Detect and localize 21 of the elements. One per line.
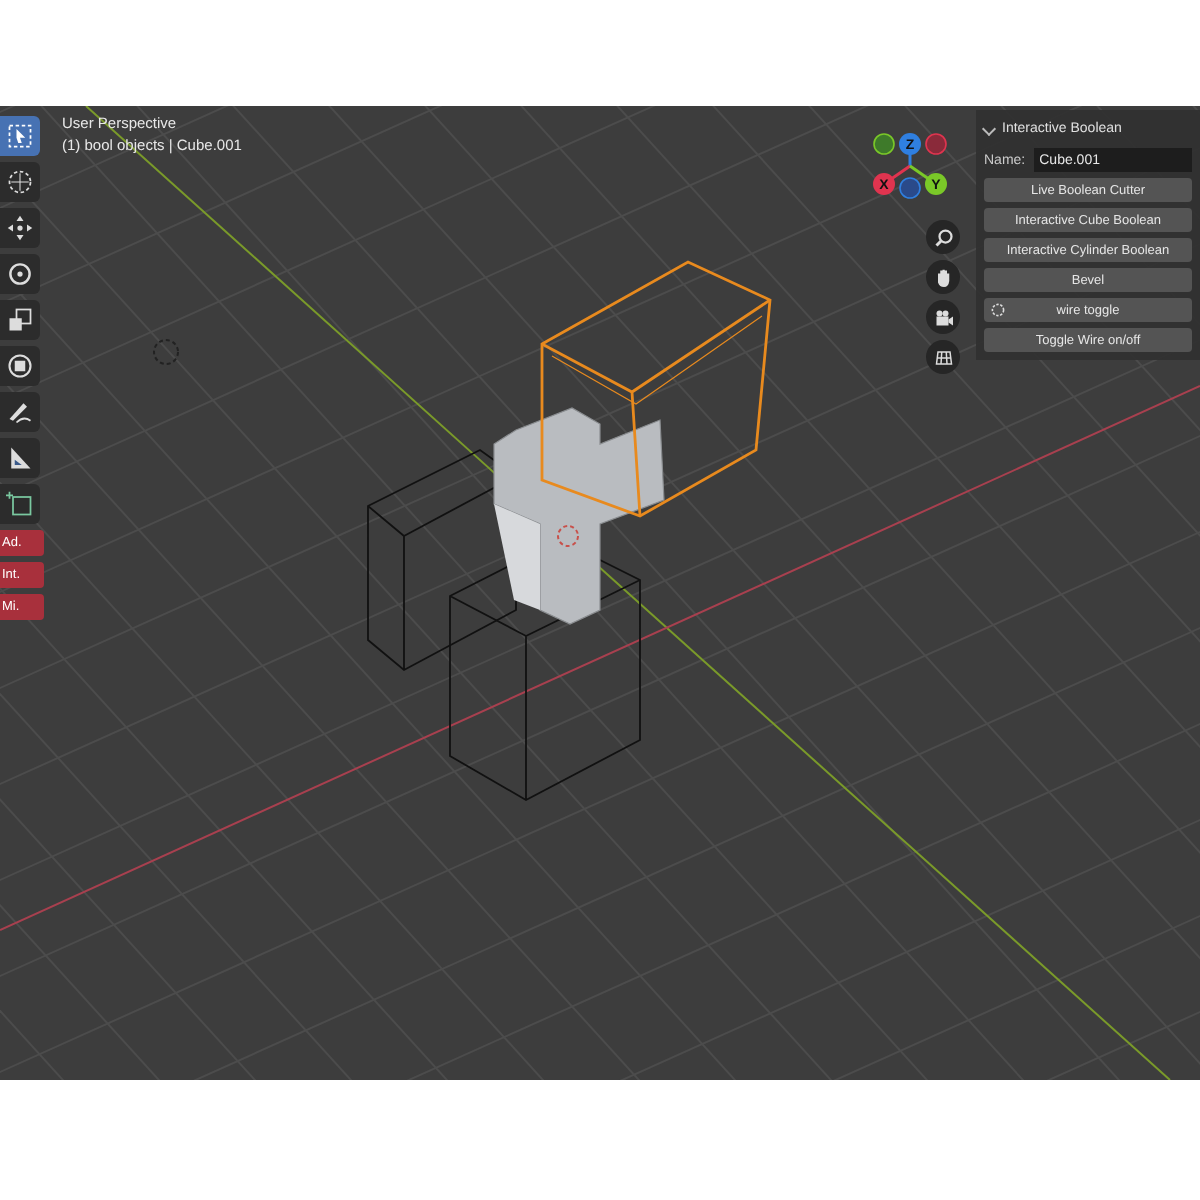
scale-tool-button[interactable] bbox=[0, 300, 40, 340]
annotate-tool-button[interactable] bbox=[0, 392, 40, 432]
magnifier-icon bbox=[931, 225, 955, 249]
rotate-tool-button[interactable] bbox=[0, 254, 40, 294]
camera-icon bbox=[931, 305, 955, 329]
select-tool-button[interactable] bbox=[0, 116, 40, 156]
add-cube-icon bbox=[6, 490, 34, 518]
dashed-circle-icon bbox=[990, 302, 1006, 318]
grid-icon bbox=[931, 345, 955, 369]
cursor-tool-button[interactable] bbox=[0, 162, 40, 202]
scale-squares-icon bbox=[6, 306, 34, 334]
pencil-icon bbox=[6, 398, 34, 426]
transform-circle-icon bbox=[6, 352, 34, 380]
rotate-circle-icon bbox=[6, 260, 34, 288]
move-arrows-icon bbox=[6, 214, 34, 242]
add-cube-tool-button[interactable] bbox=[0, 484, 40, 524]
crosshair-circle-icon bbox=[6, 168, 34, 196]
move-tool-button[interactable] bbox=[0, 208, 40, 248]
transform-tool-button[interactable] bbox=[0, 346, 40, 386]
ruler-triangle-icon bbox=[6, 444, 34, 472]
measure-tool-button[interactable] bbox=[0, 438, 40, 478]
